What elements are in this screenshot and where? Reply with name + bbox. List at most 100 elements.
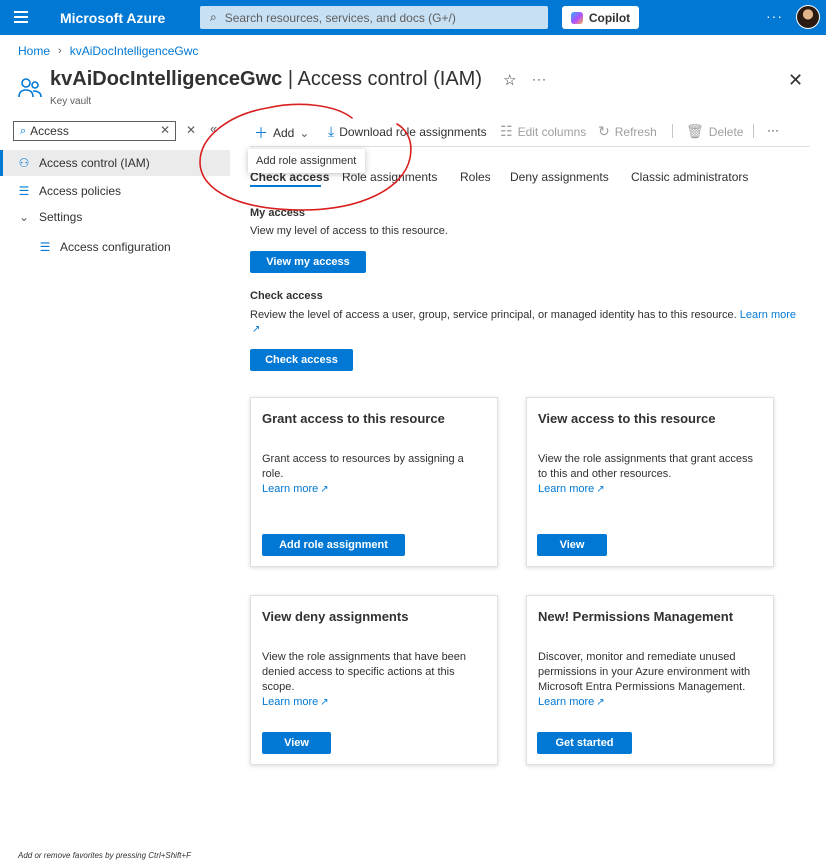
tab-classic-administrators[interactable]: Classic administrators (631, 170, 748, 184)
sidebar-search-value: Access (30, 124, 69, 138)
add-role-assignment-button[interactable]: Add role assignment (262, 534, 405, 556)
sidebar-item-label: Access configuration (60, 240, 171, 254)
sidebar-item-label: Access policies (39, 184, 122, 198)
view-deny-assignments-card: View deny assignments View the role assi… (250, 595, 498, 765)
grant-access-card: Grant access to this resource Grant acce… (250, 397, 498, 567)
external-link-icon: ↗ (596, 484, 605, 495)
edit-columns-button[interactable]: ☷ Edit columns (500, 123, 586, 140)
trash-icon: 🗑 (686, 123, 704, 139)
external-link-icon: ↗ (252, 324, 261, 335)
avatar[interactable] (796, 5, 820, 29)
add-button[interactable]: ＋ Add ⌄ (254, 123, 309, 143)
search-icon: ⌕ (210, 10, 217, 24)
download-label: Download role assignments (339, 124, 487, 139)
sidebar-item-access-policies[interactable]: ☰ Access policies (0, 178, 121, 204)
sidebar-search-input[interactable]: ⌕ Access ✕ (13, 121, 176, 141)
sidebar-item-label: Settings (39, 210, 83, 224)
delete-button[interactable]: 🗑 Delete (686, 123, 743, 140)
my-access-description: View my level of access to this resource… (250, 225, 448, 237)
add-tooltip: Add role assignment (248, 149, 365, 173)
card-title: New! Permissions Management (538, 609, 734, 624)
download-icon: ⤓ (328, 123, 335, 139)
brand-title[interactable]: Microsoft Azure (60, 10, 165, 26)
list-check-icon: ☰ (39, 240, 51, 254)
top-bar: Microsoft Azure ⌕ Search resources, serv… (0, 0, 826, 35)
copilot-label: Copilot (588, 10, 631, 25)
copilot-icon (570, 11, 583, 24)
toolbar-divider (672, 124, 673, 138)
check-access-button[interactable]: Check access (250, 349, 353, 371)
collapse-sidebar-icon[interactable]: « (210, 121, 217, 136)
learn-more-link[interactable]: Learn more ↗ (262, 695, 329, 710)
card-body: Grant access to resources by assigning a… (262, 452, 487, 497)
view-deny-button[interactable]: View (262, 732, 331, 754)
people-icon: ⚇ (18, 156, 30, 170)
card-title: View deny assignments (262, 609, 409, 624)
copilot-button[interactable]: Copilot (562, 6, 639, 29)
view-my-access-button[interactable]: View my access (250, 251, 366, 273)
chevron-down-icon: ⌄ (18, 210, 30, 224)
permissions-management-card: New! Permissions Management Discover, mo… (526, 595, 774, 765)
search-placeholder: Search resources, services, and docs (G+… (224, 10, 456, 25)
page-name: | Access control (IAM) (282, 68, 482, 90)
check-access-text: Review the level of access a user, group… (250, 309, 737, 321)
learn-more-link[interactable]: Learn more ↗ (538, 695, 605, 710)
get-started-button[interactable]: Get started (537, 732, 632, 754)
resource-type: Key vault (50, 96, 92, 107)
clear-search-icon[interactable]: ✕ (160, 123, 170, 137)
active-tab-indicator (250, 185, 321, 187)
clear-filter-icon[interactable]: ✕ (186, 123, 196, 137)
refresh-icon: ↻ (598, 123, 610, 139)
card-description: View the role assignments that have been… (262, 651, 467, 693)
sidebar-item-settings[interactable]: ⌄ Settings (0, 204, 82, 230)
view-access-button[interactable]: View (537, 534, 607, 556)
chevron-right-icon: › (58, 45, 62, 57)
breadcrumb: Home › kvAiDocIntelligenceGwc (18, 44, 198, 58)
tab-roles[interactable]: Roles (460, 170, 491, 184)
chevron-down-icon: ⌄ (299, 126, 310, 140)
sidebar-item-access-configuration[interactable]: ☰ Access configuration (0, 234, 171, 260)
sidebar-item-label: Access control (IAM) (39, 156, 150, 170)
learn-more-link[interactable]: Learn more ↗ (538, 482, 605, 497)
card-description: Discover, monitor and remediate unused p… (538, 651, 751, 693)
people-icon (18, 78, 42, 98)
external-link-icon: ↗ (320, 484, 329, 495)
card-body: View the role assignments that grant acc… (538, 452, 763, 497)
page-title: kvAiDocIntelligenceGwc | Access control … (50, 68, 482, 91)
my-access-heading: My access (250, 207, 306, 219)
delete-label: Delete (708, 124, 744, 139)
favorites-hint: Add or remove favorites by pressing Ctrl… (18, 851, 191, 860)
title-more-button[interactable]: ··· (532, 72, 547, 86)
card-description: Grant access to resources by assigning a… (262, 453, 464, 480)
top-more-button[interactable]: ··· (766, 8, 783, 24)
breadcrumb-resource[interactable]: kvAiDocIntelligenceGwc (70, 44, 199, 58)
global-search-input[interactable]: ⌕ Search resources, services, and docs (… (200, 6, 548, 29)
toolbar-more-button[interactable]: ··· (767, 123, 779, 137)
list-check-icon: ☰ (18, 184, 30, 198)
refresh-button[interactable]: ↻ Refresh (598, 123, 657, 140)
external-link-icon: ↗ (596, 697, 605, 708)
resource-name: kvAiDocIntelligenceGwc (50, 68, 283, 90)
favorite-star-icon[interactable]: ☆ (503, 71, 516, 89)
card-description: View the role assignments that grant acc… (538, 453, 754, 480)
check-access-heading: Check access (250, 290, 323, 302)
close-icon[interactable]: ✕ (788, 70, 803, 91)
card-body: Discover, monitor and remediate unused p… (538, 650, 763, 710)
download-role-assignments-button[interactable]: ⤓ Download role assignments (328, 123, 487, 140)
toolbar-separator (250, 146, 810, 147)
toolbar-divider (753, 124, 754, 138)
check-access-description: Review the level of access a user, group… (250, 308, 810, 337)
learn-more-link[interactable]: Learn more (740, 309, 796, 321)
tab-deny-assignments[interactable]: Deny assignments (510, 170, 609, 184)
breadcrumb-home[interactable]: Home (18, 44, 50, 58)
plus-icon: ＋ (254, 125, 268, 141)
columns-icon: ☷ (500, 123, 513, 139)
add-label: Add (273, 126, 295, 140)
card-title: View access to this resource (538, 411, 716, 426)
sidebar-item-access-control[interactable]: ⚇ Access control (IAM) (0, 150, 230, 176)
view-access-card: View access to this resource View the ro… (526, 397, 774, 567)
refresh-label: Refresh (614, 124, 657, 139)
card-body: View the role assignments that have been… (262, 650, 487, 710)
learn-more-link[interactable]: Learn more ↗ (262, 482, 329, 497)
menu-icon[interactable] (14, 11, 28, 23)
